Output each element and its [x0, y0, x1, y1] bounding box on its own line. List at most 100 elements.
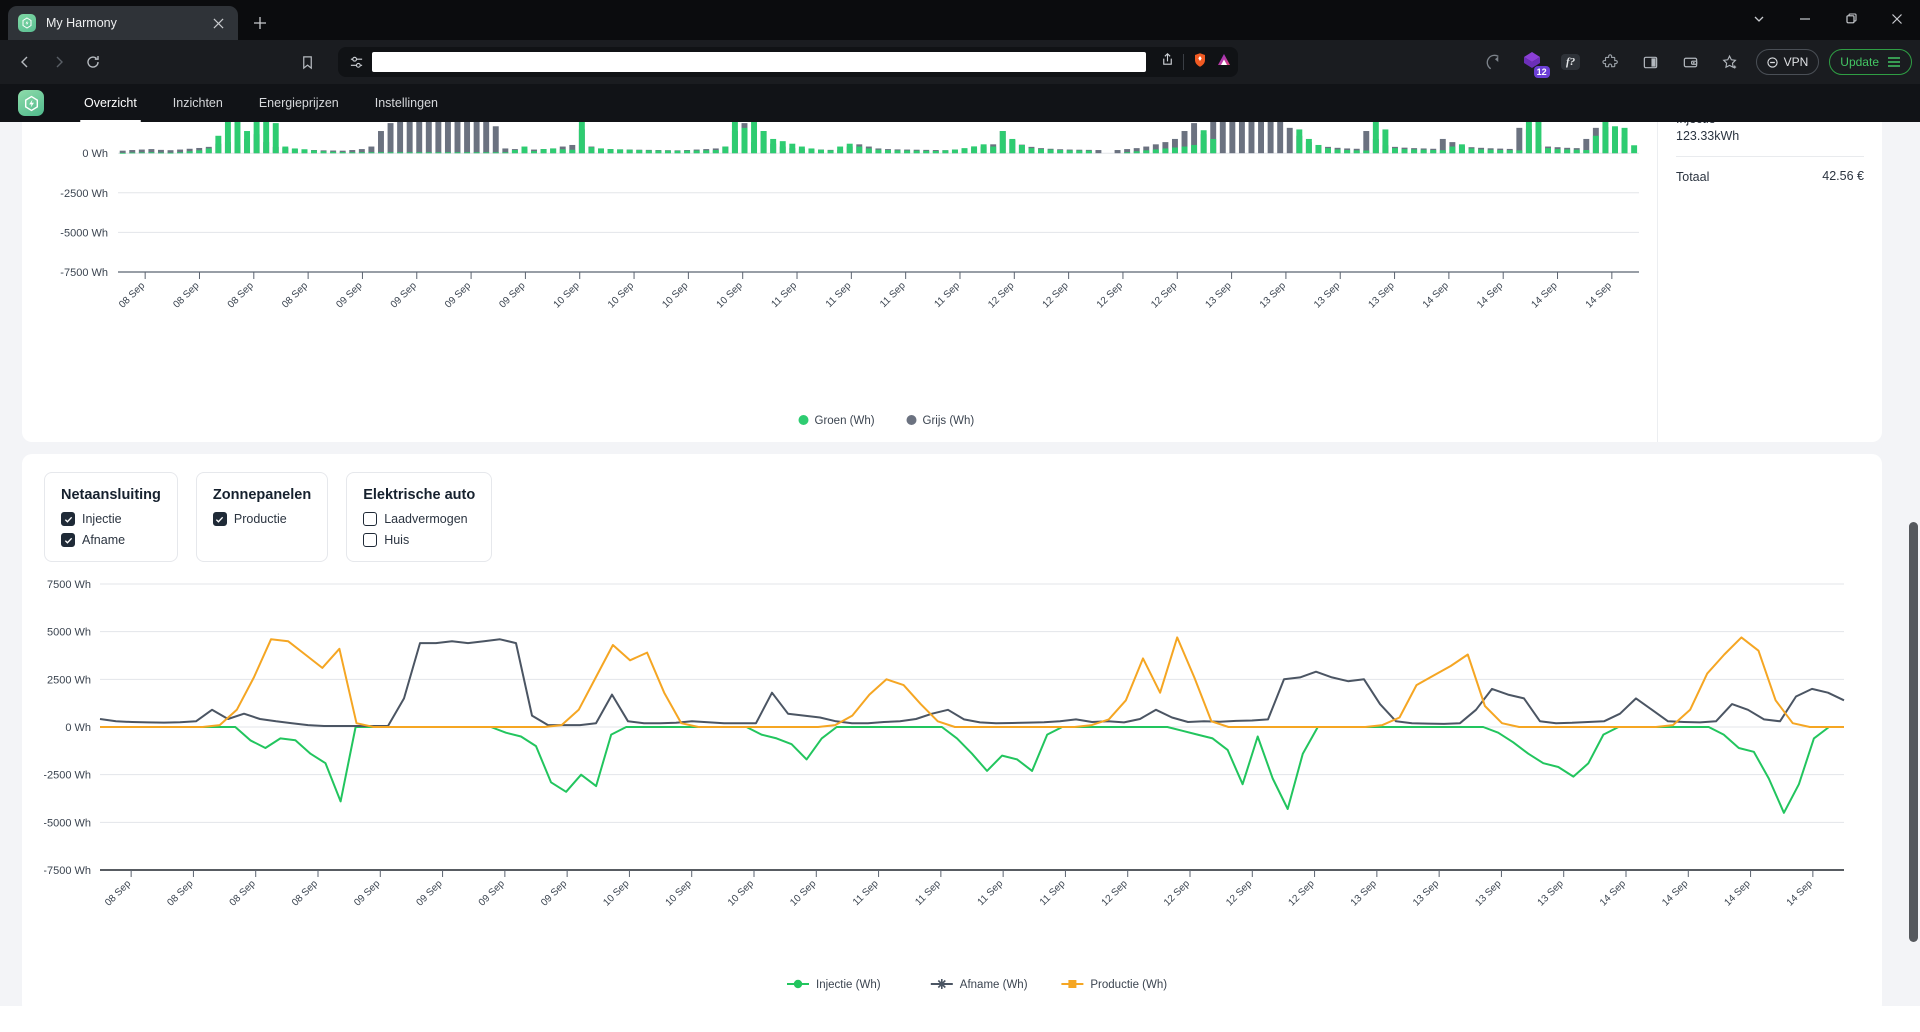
overview-bar-chart-card: 2500 Wh0 Wh-2500 Wh-5000 Wh-7500 Wh08 Se…	[22, 122, 1882, 442]
x-axis-tick: 14 Sep	[1529, 280, 1559, 310]
x-axis-tick: 08 Sep	[103, 878, 133, 908]
x-axis-tick: 13 Sep	[1473, 878, 1503, 908]
x-axis-tick: 14 Sep	[1475, 280, 1505, 310]
nav-item-inzichten[interactable]: Inzichten	[155, 84, 241, 122]
x-axis-tick: 10 Sep	[715, 280, 745, 310]
maximize-icon[interactable]	[1828, 0, 1874, 38]
x-axis-tick: 12 Sep	[1162, 878, 1192, 908]
url-input[interactable]	[372, 52, 1146, 72]
close-icon[interactable]	[1874, 0, 1920, 38]
checkbox-icon[interactable]	[363, 533, 378, 547]
checkbox-label: Huis	[384, 533, 410, 547]
summary-sub: 123.33kWh	[1676, 128, 1740, 143]
x-axis-tick: 11 Sep	[1038, 878, 1068, 908]
brave-shield-icon[interactable]	[1192, 52, 1208, 73]
x-axis-tick: 14 Sep	[1660, 878, 1690, 908]
rewards-star-icon[interactable]	[1716, 47, 1746, 77]
page-footer-strip	[0, 1006, 1920, 1032]
x-axis-tick: 11 Sep	[851, 878, 881, 908]
triangle-extension-icon[interactable]	[1216, 52, 1232, 73]
series-line-Afname (Wh)	[99, 638, 1845, 727]
energy-bolt-icon	[18, 14, 36, 32]
reload-icon[interactable]	[78, 47, 108, 77]
nav-item-overzicht[interactable]: Overzicht	[66, 84, 155, 122]
y-axis-label: -2500 Wh	[60, 188, 108, 200]
x-axis-tick: 08 Sep	[226, 280, 256, 310]
close-icon[interactable]	[208, 13, 228, 33]
browser-tab[interactable]: My Harmony	[8, 6, 238, 40]
x-axis-tick: 09 Sep	[539, 878, 569, 908]
x-axis-tick: 11 Sep	[932, 280, 962, 310]
vpn-button[interactable]: VPN	[1755, 49, 1820, 75]
forward-icon[interactable]	[44, 47, 74, 77]
y-axis-label: 2500 Wh	[47, 674, 91, 686]
bar-chart-svg[interactable]: 2500 Wh0 Wh-2500 Wh-5000 Wh-7500 Wh08 Se…	[22, 122, 1657, 442]
x-axis-tick: 08 Sep	[171, 280, 201, 310]
legend-label: Groen (Wh)	[815, 415, 875, 427]
nav-item-energieprijzen[interactable]: Energieprijzen	[241, 84, 357, 122]
page-scrollbar[interactable]	[1909, 522, 1918, 942]
x-axis-tick: 12 Sep	[986, 280, 1016, 310]
y-axis-label: 7500 Wh	[47, 579, 91, 591]
tab-strip: My Harmony	[0, 0, 1920, 40]
checkbox-injectie[interactable]: Injectie	[61, 512, 161, 526]
x-axis-tick: 09 Sep	[414, 878, 444, 908]
fingerprint-fn-icon[interactable]: f?	[1556, 47, 1586, 77]
x-axis-tick: 14 Sep	[1421, 280, 1451, 310]
checkbox-icon[interactable]	[61, 533, 75, 547]
legend-marker	[798, 415, 809, 425]
filter-card-netaansluiting: Netaansluiting Injectie Afname	[44, 472, 178, 562]
filter-title: Zonnepanelen	[212, 487, 312, 503]
bookmark-icon[interactable]	[292, 47, 322, 77]
filter-title: Elektrische auto	[363, 487, 476, 503]
x-axis-tick: 13 Sep	[1536, 878, 1566, 908]
chevron-down-icon[interactable]	[1736, 0, 1782, 38]
x-axis-tick: 08 Sep	[165, 878, 195, 908]
x-axis-tick: 12 Sep	[1149, 280, 1179, 310]
checkbox-afname[interactable]: Afname	[61, 533, 161, 547]
sliders-icon[interactable]	[346, 52, 366, 72]
filter-card-elektrische-auto: Elektrische auto Laadvermogen Huis	[346, 472, 493, 562]
x-axis-tick: 14 Sep	[1785, 878, 1815, 908]
filter-group: Netaansluiting Injectie Afname Zonnepane…	[44, 472, 1860, 562]
checkbox-huis[interactable]: Huis	[363, 533, 475, 547]
checkbox-laadvermogen[interactable]: Laadvermogen	[363, 512, 475, 526]
sidebar-panel-icon[interactable]	[1636, 47, 1666, 77]
harmony-logo-icon[interactable]	[18, 90, 44, 116]
wallet-icon[interactable]	[1676, 47, 1706, 77]
x-axis-tick: 11 Sep	[769, 280, 799, 310]
checkbox-icon[interactable]	[363, 512, 378, 526]
x-axis-tick: 13 Sep	[1204, 280, 1234, 310]
wallet-badge-icon[interactable]: 12	[1520, 49, 1550, 78]
browser-toolbar: 12 f? VPN Update	[0, 40, 1920, 84]
x-axis-tick: 08 Sep	[117, 280, 147, 310]
address-bar[interactable]	[338, 47, 1238, 77]
fn-label: f?	[1561, 54, 1581, 70]
checkbox-icon[interactable]	[212, 512, 227, 526]
line-chart-svg[interactable]: 7500 Wh 5000 Wh 2500 Wh 0 Wh -2500 Wh -5000 W…	[43, 570, 1860, 1000]
x-axis-tick: 13 Sep	[1312, 280, 1342, 310]
wallet-badge-count: 12	[1533, 66, 1550, 78]
x-axis-tick: 13 Sep	[1411, 878, 1441, 908]
bar-chart-container: 2500 Wh0 Wh-2500 Wh-5000 Wh-7500 Wh08 Se…	[22, 122, 1657, 442]
x-axis-tick: 10 Sep	[664, 878, 694, 908]
share-icon[interactable]	[1160, 52, 1175, 72]
page-viewport: Overzicht Inzichten Energieprijzen Inste…	[0, 84, 1920, 1032]
minimize-icon[interactable]	[1782, 0, 1828, 38]
leo-ai-icon[interactable]	[1480, 47, 1510, 77]
checkbox-productie[interactable]: Productie	[212, 512, 311, 526]
legend-marker	[906, 415, 917, 425]
y-axis-label: -7500 Wh	[60, 267, 108, 279]
legend-label: Afname (Wh)	[960, 979, 1028, 991]
new-tab-icon[interactable]	[246, 9, 274, 37]
divider	[1183, 54, 1184, 70]
x-axis-tick: 09 Sep	[477, 878, 507, 908]
y-axis-label: -2500 Wh	[44, 770, 91, 782]
update-button[interactable]: Update	[1829, 49, 1912, 75]
puzzle-extensions-icon[interactable]	[1596, 47, 1626, 77]
filter-card-zonnepanelen: Zonnepanelen Productie	[195, 472, 329, 562]
checkbox-icon[interactable]	[61, 512, 75, 526]
x-axis-tick: 13 Sep	[1349, 878, 1379, 908]
nav-item-instellingen[interactable]: Instellingen	[357, 84, 456, 122]
back-icon[interactable]	[10, 47, 40, 77]
